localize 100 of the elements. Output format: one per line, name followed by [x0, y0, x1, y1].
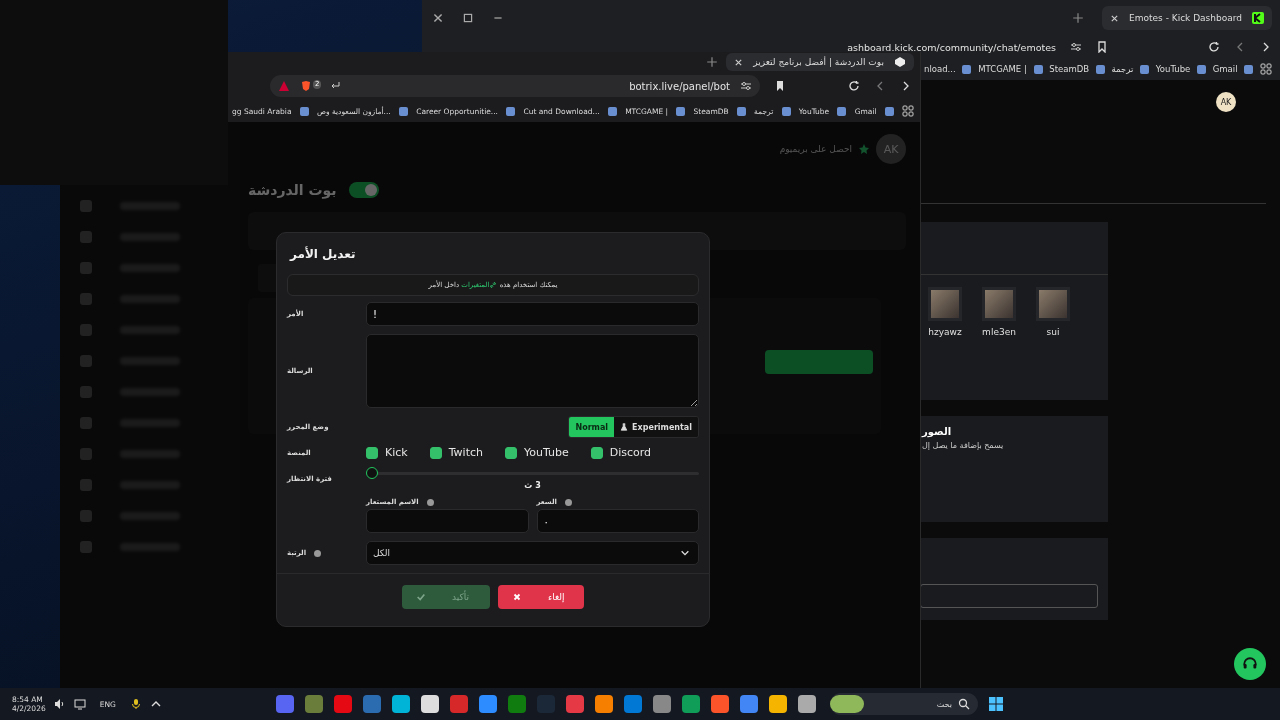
tab-title: Emotes - Kick Dashboard: [1129, 13, 1242, 23]
slider-value: 3 ث: [524, 481, 541, 490]
flask-icon: [620, 423, 629, 431]
new-tab-icon[interactable]: [1072, 12, 1085, 24]
maximize-icon[interactable]: [462, 12, 474, 24]
app-icon[interactable]: [740, 695, 758, 713]
bot-toggle[interactable]: [348, 182, 379, 198]
bookmark-favicon-icon: [1197, 64, 1207, 74]
menu-icon: [80, 200, 92, 212]
menu-icon: [80, 479, 92, 491]
close-icon[interactable]: [734, 57, 744, 67]
app-icon[interactable]: [624, 695, 642, 713]
section-description: يسمح بإضافة ما يصل إل: [922, 441, 1005, 450]
app-icon[interactable]: [450, 695, 468, 713]
emote-name: sui: [1046, 327, 1060, 337]
command-input[interactable]: !: [366, 302, 699, 326]
app-icon[interactable]: [682, 695, 700, 713]
microphone-icon[interactable]: [129, 698, 142, 710]
tab-title: بوت الدردشة | أفضل برنامج لتعزيز: [753, 57, 884, 67]
app-icon[interactable]: [305, 695, 323, 713]
apps-grid-icon[interactable]: [1260, 63, 1272, 75]
info-icon[interactable]: [564, 498, 572, 506]
bookmark-favicon-icon: [1033, 64, 1043, 74]
app-icon[interactable]: [711, 695, 729, 713]
bookmark-favicon-icon: [1095, 64, 1105, 74]
windows-start-icon[interactable]: [988, 696, 1004, 712]
star-icon: [858, 143, 870, 155]
reload-icon[interactable]: [848, 80, 860, 92]
bookmark-favicon-icon: [1140, 64, 1149, 74]
mode-option[interactable]: Experimental: [614, 417, 698, 437]
info-icon[interactable]: [426, 498, 434, 506]
close-icon[interactable]: [1110, 13, 1120, 23]
app-icon[interactable]: [508, 695, 526, 713]
app-icon[interactable]: [798, 695, 816, 713]
tune-icon[interactable]: [1070, 41, 1082, 53]
app-icon[interactable]: [334, 695, 352, 713]
app-icon[interactable]: [363, 695, 381, 713]
new-tab-icon[interactable]: [706, 56, 719, 68]
menu-icon: [80, 386, 92, 398]
app-icon[interactable]: [276, 695, 294, 713]
app-icon[interactable]: [566, 695, 584, 713]
dialog-title: تعديل الأمر: [290, 247, 356, 261]
bookmark-favicon-icon: [676, 106, 686, 116]
emote-image: [1036, 287, 1070, 321]
mode-option[interactable]: Normal: [569, 417, 615, 437]
bookmark-link[interactable]: YouTube: [1155, 64, 1191, 74]
emote-image: [982, 287, 1016, 321]
reload-icon[interactable]: [1208, 41, 1220, 53]
bookmark-favicon-icon: [884, 106, 894, 116]
bookmark-favicon-icon: [837, 106, 847, 116]
bookmark-link[interactable]: ترجمة: [1111, 64, 1134, 74]
menu-icon: [80, 262, 92, 274]
menu-icon: [80, 231, 92, 243]
checkbox[interactable]: [429, 446, 442, 459]
chevron-down-icon: [680, 548, 690, 558]
bookmark-link[interactable]: Gmail: [1212, 64, 1238, 74]
bookmark-link[interactable]: nload...: [924, 64, 956, 74]
shield-icon[interactable]: [300, 80, 312, 92]
check-icon: [416, 592, 426, 602]
search-icon: [958, 698, 970, 710]
speaker-icon[interactable]: [53, 698, 66, 710]
bookmark-link[interactable]: SteamDB: [1049, 64, 1090, 74]
app-icon[interactable]: [479, 695, 497, 713]
app-icon[interactable]: [421, 695, 439, 713]
menu-icon: [80, 324, 92, 336]
rank-select[interactable]: الكل: [366, 541, 699, 565]
app-icon[interactable]: [769, 695, 787, 713]
app-icon[interactable]: [653, 695, 671, 713]
search-box[interactable]: بحث: [830, 693, 978, 715]
price-input[interactable]: ٠: [536, 509, 699, 533]
app-icon[interactable]: [595, 695, 613, 713]
user-avatar[interactable]: AK: [1216, 92, 1236, 112]
checkbox[interactable]: [590, 446, 603, 459]
checkbox[interactable]: [366, 446, 378, 459]
alias-input[interactable]: [366, 509, 529, 533]
section-title: الصور: [922, 426, 953, 437]
monitor-icon[interactable]: [73, 698, 86, 710]
info-icon[interactable]: [314, 549, 322, 557]
menu-icon: [80, 541, 92, 553]
address-text[interactable]: ashboard.kick.com/community/chat/emotes: [847, 41, 1056, 53]
checkbox[interactable]: [505, 446, 517, 459]
emote-name: mle3en: [982, 327, 1016, 337]
bookmark-icon[interactable]: [1096, 41, 1108, 53]
close-icon: [512, 592, 522, 602]
bookmark-link[interactable]: MTCGAME |: [978, 64, 1027, 74]
close-icon[interactable]: [432, 12, 444, 24]
menu-icon: [80, 417, 92, 429]
input-field[interactable]: [920, 584, 1098, 608]
browser-tab[interactable]: Emotes - Kick Dashboard: [1102, 6, 1272, 30]
address-text: botrix.live/panel/bot: [629, 80, 730, 92]
slider-thumb[interactable]: [366, 467, 378, 479]
menu-icon: [80, 510, 92, 522]
cooldown-slider[interactable]: [366, 467, 699, 479]
cancel-button[interactable]: إلغاء: [498, 585, 584, 609]
checkbox-label: YouTube: [524, 446, 569, 459]
browser-tab[interactable]: بوت الدردشة | أفضل برنامج لتعزيز: [726, 53, 914, 71]
apps-grid-icon[interactable]: [902, 105, 914, 117]
app-icon[interactable]: [392, 695, 410, 713]
tune-icon[interactable]: [740, 80, 752, 92]
support-chat-button[interactable]: [1234, 648, 1266, 680]
